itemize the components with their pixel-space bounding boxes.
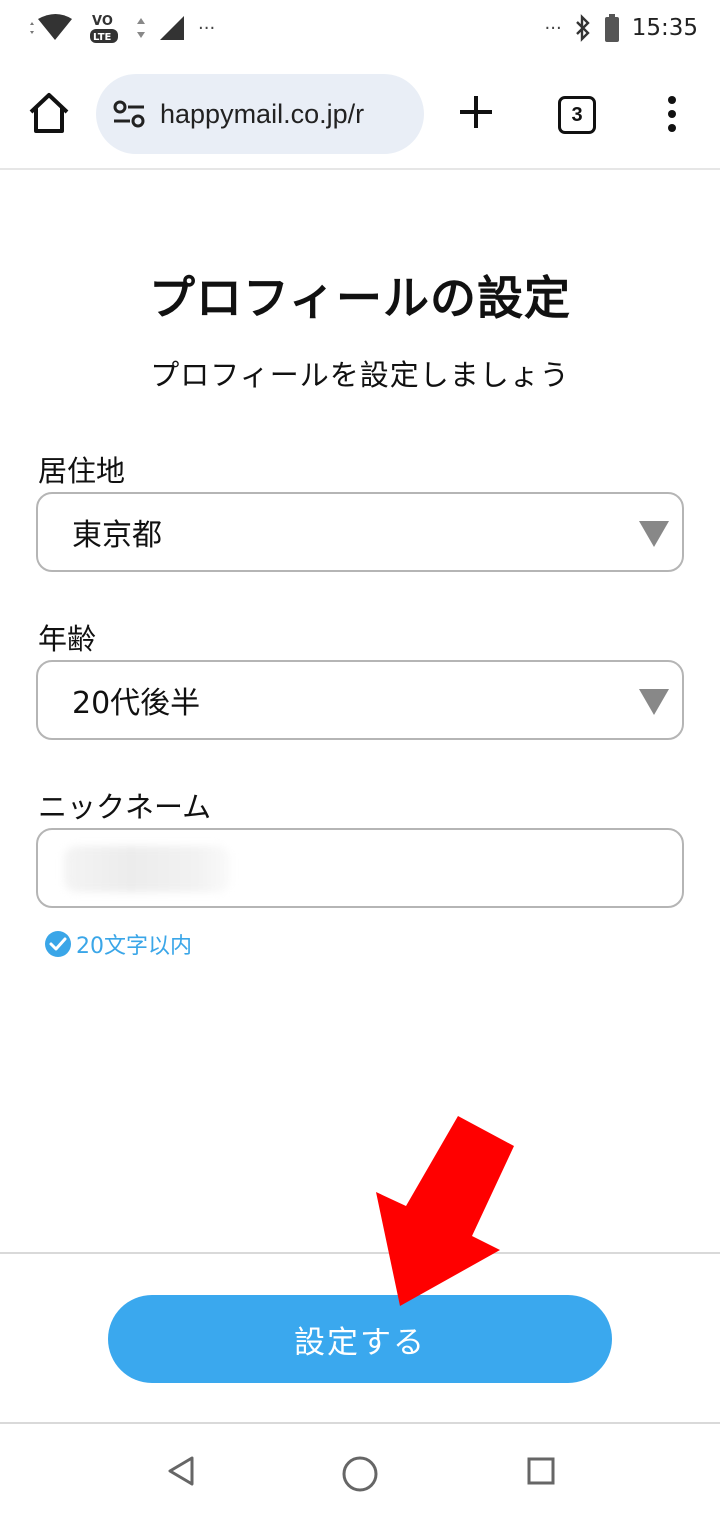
nickname-label: ニックネーム: [38, 790, 212, 824]
bluetooth-icon: [575, 14, 590, 42]
status-overflow-right: ···: [544, 17, 562, 39]
nickname-hint-text: 20文字以内: [76, 934, 192, 959]
vo-badge-text: VO: [92, 14, 113, 29]
battery-icon: [604, 14, 619, 42]
submit-label: 設定する: [294, 1324, 426, 1361]
nickname-input[interactable]: [36, 828, 684, 908]
more-vert-icon[interactable]: [660, 94, 684, 134]
wifi-icon: [30, 14, 72, 40]
address-bar[interactable]: happymail.co.jp/r: [96, 74, 424, 154]
circle-home-icon[interactable]: [340, 1454, 380, 1494]
footer-divider: [0, 1252, 720, 1254]
submit-button[interactable]: 設定する: [108, 1295, 612, 1383]
url-text: happymail.co.jp/r: [160, 98, 365, 129]
tune-icon[interactable]: [112, 97, 146, 131]
plus-icon[interactable]: [456, 92, 496, 132]
nickname-blurred-value: [64, 846, 230, 892]
back-triangle-icon[interactable]: [164, 1454, 198, 1488]
home-icon[interactable]: [26, 90, 72, 136]
browser-toolbar: happymail.co.jp/r 3: [0, 60, 720, 170]
signal-icon: [160, 16, 184, 40]
age-select[interactable]: 20代後半: [36, 660, 684, 740]
status-time: 15:35: [631, 15, 698, 41]
data-arrows-icon: [137, 18, 145, 38]
system-nav-bar: [0, 1424, 720, 1520]
status-bar: VO LTE ··· ··· 15:35: [0, 0, 720, 56]
triangle-down-icon: [639, 521, 669, 547]
status-overflow-left: ···: [198, 17, 216, 39]
nickname-hint: 20文字以内: [44, 928, 192, 960]
status-left: VO LTE ···: [28, 10, 215, 46]
triangle-down-icon: [639, 689, 669, 715]
residence-select[interactable]: 東京都: [36, 492, 684, 572]
age-label: 年齢: [38, 622, 97, 656]
residence-label: 居住地: [38, 454, 126, 488]
tab-count: 3: [571, 103, 583, 126]
lte-badge-text: LTE: [93, 32, 112, 43]
status-right: ··· 15:35: [545, 13, 698, 43]
square-recents-icon[interactable]: [526, 1456, 556, 1486]
volte-icon: VO LTE: [90, 14, 118, 43]
page-subtitle: プロフィールを設定しましょう: [150, 358, 570, 392]
residence-value: 東京都: [72, 518, 162, 553]
tab-switcher-button[interactable]: 3: [558, 96, 596, 134]
page-title: プロフィールの設定: [148, 271, 572, 325]
check-circle-icon: [45, 931, 71, 957]
age-value: 20代後半: [72, 686, 201, 721]
annotation-arrow: [376, 1116, 514, 1306]
